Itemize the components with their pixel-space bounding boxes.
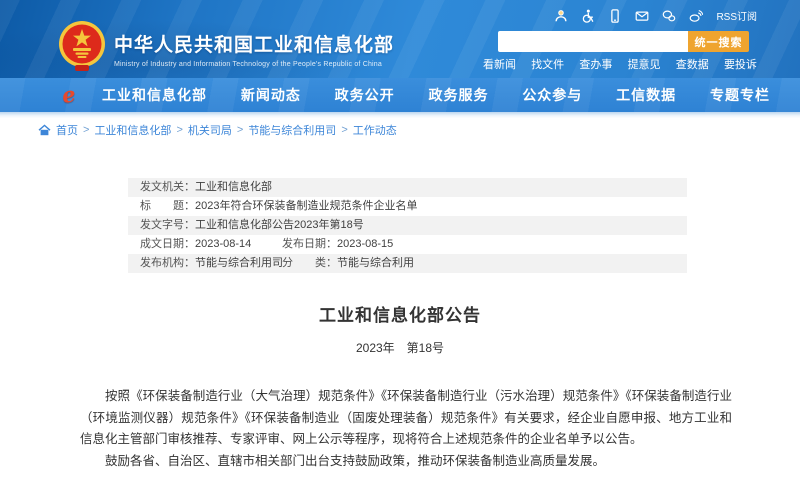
wechat-icon[interactable]	[662, 9, 676, 23]
nav-item-gov-services[interactable]: 政务服务	[428, 85, 488, 105]
meta-row-issuing-agency: 发文机关： 工业和信息化部	[128, 178, 687, 197]
quick-link-complaint[interactable]: 要投诉	[724, 56, 757, 72]
nav-item-special-topics[interactable]: 专题专栏	[710, 85, 770, 105]
quick-links: 看新闻 找文件 查办事 提意见 查数据 要投诉	[483, 56, 757, 72]
meta-value: 2023-08-15	[337, 235, 393, 254]
site-title: 中华人民共和国工业和信息化部	[114, 30, 394, 57]
article-body: 按照《环保装备制造行业（大气治理）规范条件》《环保装备制造行业（污水治理）规范条…	[80, 386, 732, 472]
gov-e-logo-icon: e	[60, 81, 77, 108]
breadcrumb-separator: >	[176, 124, 182, 136]
breadcrumb-home[interactable]: 首页	[56, 122, 78, 138]
breadcrumb-energy-dept[interactable]: 节能与综合利用司	[248, 122, 336, 138]
breadcrumb-work-updates[interactable]: 工作动态	[353, 122, 397, 138]
rss-subscribe-link[interactable]: RSS订阅	[716, 8, 757, 23]
meta-value: 2023年符合环保装备制造业规范条件企业名单	[195, 197, 417, 216]
meta-value: 工业和信息化部	[195, 178, 272, 197]
article-paragraph: 按照《环保装备制造行业（大气治理）规范条件》《环保装备制造行业（污水治理）规范条…	[80, 386, 732, 451]
quick-link-services[interactable]: 查办事	[579, 56, 612, 72]
meta-label: 标 题：	[140, 197, 195, 216]
weibo-icon[interactable]	[689, 9, 703, 23]
meta-label: 发布机构：	[140, 254, 195, 273]
article-doc-number: 2023年 第18号	[0, 339, 800, 356]
meta-label: 发文字号：	[140, 216, 195, 235]
main-nav: e 工业和信息化部 新闻动态 政务公开 政务服务 公众参与 工信数据 专题专栏	[0, 78, 800, 112]
miit-gov-page: 中华人民共和国工业和信息化部 Ministry of Industry and …	[0, 0, 800, 482]
nav-item-miit[interactable]: 工业和信息化部	[102, 85, 207, 105]
article-title: 工业和信息化部公告	[0, 301, 800, 326]
breadcrumb: 首页 > 工业和信息化部 > 机关司局 > 节能与综合利用司 > 工作动态	[38, 122, 397, 138]
nav-item-it-data[interactable]: 工信数据	[616, 85, 676, 105]
mail-icon[interactable]	[635, 9, 649, 23]
meta-label: 成文日期：	[140, 235, 195, 254]
quick-link-feedback[interactable]: 提意见	[628, 56, 661, 72]
home-icon[interactable]	[38, 124, 51, 136]
breadcrumb-separator: >	[83, 124, 89, 136]
search-button[interactable]: 统一搜索	[688, 31, 749, 52]
top-banner: 中华人民共和国工业和信息化部 Ministry of Industry and …	[0, 0, 800, 78]
breadcrumb-departments[interactable]: 机关司局	[188, 122, 232, 138]
site-subtitle: Ministry of Industry and Information Tec…	[114, 61, 394, 68]
meta-value: 2023-08-14	[195, 235, 251, 254]
meta-label: 发文机关：	[140, 178, 195, 197]
search-bar: 统一搜索	[498, 31, 749, 52]
document-meta-table: 发文机关： 工业和信息化部 标 题： 2023年符合环保装备制造业规范条件企业名…	[128, 178, 687, 273]
meta-value: 节能与综合利用	[337, 254, 414, 273]
meta-value: 节能与综合利用司	[195, 254, 283, 273]
nav-item-news[interactable]: 新闻动态	[241, 85, 301, 105]
meta-row-publisher: 发布机构： 节能与综合利用司 分 类： 节能与综合利用	[128, 254, 687, 273]
breadcrumb-separator: >	[341, 124, 347, 136]
national-emblem-icon	[58, 20, 106, 72]
accessibility-icon[interactable]	[581, 9, 595, 23]
breadcrumb-separator: >	[237, 124, 243, 136]
meta-label: 分 类：	[282, 254, 337, 273]
mobile-icon[interactable]	[608, 9, 622, 23]
meta-value: 工业和信息化部公告2023年第18号	[195, 216, 364, 235]
nav-item-public-participation[interactable]: 公众参与	[522, 85, 582, 105]
meta-label: 发布日期：	[282, 235, 337, 254]
breadcrumb-miit[interactable]: 工业和信息化部	[94, 122, 171, 138]
nav-item-gov-info[interactable]: 政务公开	[335, 85, 395, 105]
nav-bottom-strip	[0, 112, 800, 118]
meta-row-title: 标 题： 2023年符合环保装备制造业规范条件企业名单	[128, 197, 687, 216]
article-paragraph: 鼓励各省、自治区、直辖市相关部门出台支持鼓励政策，推动环保装备制造业高质量发展。	[80, 451, 732, 473]
quick-link-news[interactable]: 看新闻	[483, 56, 516, 72]
quick-link-documents[interactable]: 找文件	[531, 56, 564, 72]
nav-items: 工业和信息化部 新闻动态 政务公开 政务服务 公众参与 工信数据 专题专栏	[102, 78, 770, 112]
quick-link-data[interactable]: 查数据	[676, 56, 709, 72]
utility-icon-bar: RSS订阅	[554, 8, 757, 23]
user-icon[interactable]	[554, 9, 568, 23]
meta-row-doc-number: 发文字号： 工业和信息化部公告2023年第18号	[128, 216, 687, 235]
site-brand: 中华人民共和国工业和信息化部 Ministry of Industry and …	[114, 30, 394, 68]
search-input[interactable]	[498, 31, 688, 52]
meta-row-dates: 成文日期： 2023-08-14 发布日期： 2023-08-15	[128, 235, 687, 254]
